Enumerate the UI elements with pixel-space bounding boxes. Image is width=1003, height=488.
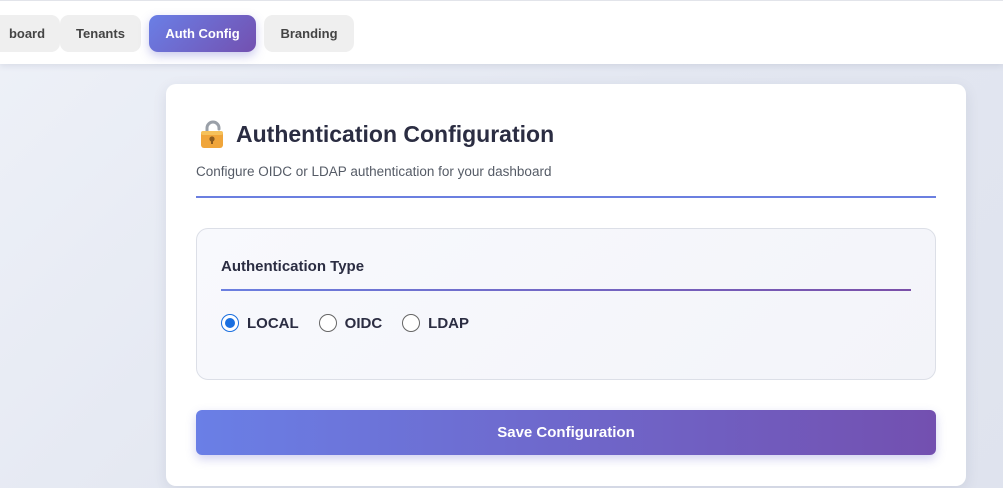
radio-ldap[interactable] [402, 314, 421, 332]
radio-option-local[interactable]: LOCAL [221, 314, 299, 332]
tab-dashboard-label: board [8, 26, 46, 41]
auth-type-section: Authentication Type LOCAL OIDC LDAP [196, 228, 936, 380]
auth-type-radio-group: LOCAL OIDC LDAP [221, 314, 489, 332]
radio-option-oidc[interactable]: OIDC [318, 314, 383, 332]
radio-oidc[interactable] [318, 314, 337, 332]
tab-branding[interactable]: Branding [264, 15, 354, 52]
save-configuration-button[interactable]: Save Configuration [196, 410, 936, 455]
radio-option-ldap[interactable]: LDAP [402, 314, 469, 332]
tab-tenants[interactable]: Tenants [60, 15, 141, 52]
tab-dashboard[interactable]: board [0, 15, 60, 52]
save-button-label: Save Configuration [497, 424, 635, 441]
radio-local[interactable] [221, 314, 239, 332]
tab-branding-label: Branding [280, 26, 338, 41]
lock-icon [201, 120, 223, 148]
radio-label-local: LOCAL [247, 314, 299, 332]
section-heading: Authentication Type [221, 258, 365, 275]
tab-tenants-label: Tenants [76, 26, 125, 41]
page-title: Authentication Configuration [236, 120, 555, 147]
tab-auth-config[interactable]: Auth Config [149, 15, 256, 52]
section-divider [221, 289, 911, 291]
top-nav: board Tenants Auth Config Branding [0, 0, 1003, 64]
radio-label-oidc: OIDC [344, 314, 383, 332]
tab-auth-config-label: Auth Config [165, 26, 240, 41]
auth-config-card: Authentication Configuration Configure O… [166, 84, 966, 486]
radio-selected-dot [225, 318, 235, 328]
title-row: Authentication Configuration [198, 119, 554, 149]
title-divider [196, 196, 936, 198]
page-subtitle: Configure OIDC or LDAP authentication fo… [196, 164, 552, 179]
radio-label-ldap: LDAP [428, 314, 470, 332]
